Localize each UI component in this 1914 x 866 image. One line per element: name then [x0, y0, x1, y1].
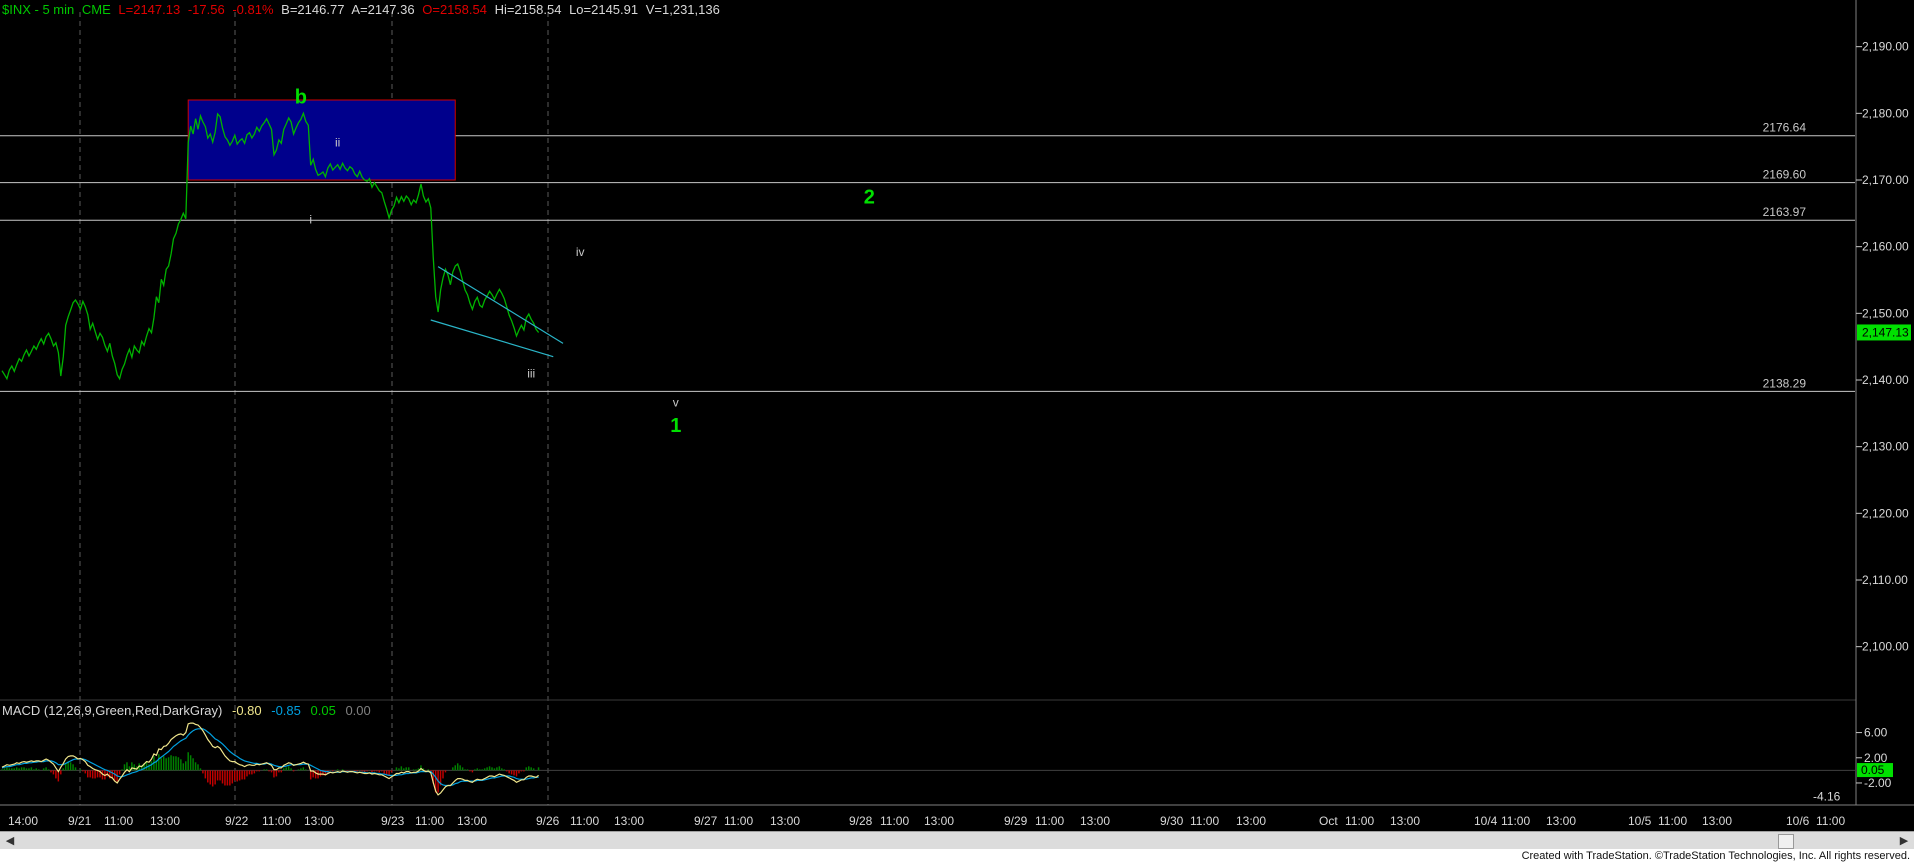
time-label-31: 10/5 — [1628, 814, 1652, 828]
macd-tick-0: 6.00 — [1864, 726, 1888, 740]
time-label-26: 11:00 — [1345, 814, 1374, 828]
wave-label-iv: iv — [576, 245, 585, 259]
time-label-4: 9/22 — [225, 814, 249, 828]
time-label-0: 14:00 — [8, 814, 38, 828]
price-tick-4: 2,150.00 — [1862, 306, 1909, 320]
wave-label-v: v — [673, 396, 679, 410]
wave-label-iii: iii — [527, 366, 535, 380]
price-tick-5: 2,140.00 — [1862, 373, 1909, 387]
time-label-22: 9/30 — [1160, 814, 1184, 828]
histogram-value: 0.05 — [310, 703, 336, 718]
open-price: O=2158.54 — [422, 2, 487, 17]
price-axis: 2,190.00 2,180.00 2,170.00 2,160.00 2,150.00… — [1813, 40, 1911, 804]
time-label-35: 11:00 — [1816, 814, 1845, 828]
price-tick-3: 2,160.00 — [1862, 240, 1909, 254]
time-label-32: 11:00 — [1658, 814, 1687, 828]
macd-line — [1, 722, 539, 796]
time-label-13: 9/27 — [694, 814, 718, 828]
time-label-2: 11:00 — [104, 814, 133, 828]
macd-badge-label: 0.05 — [1861, 763, 1885, 777]
time-label-10: 9/26 — [536, 814, 560, 828]
time-label-25: Oct — [1319, 814, 1338, 828]
price-tick-8: 2,110.00 — [1862, 573, 1908, 587]
time-label-33: 13:00 — [1702, 814, 1732, 828]
channel-line-0 — [437, 266, 564, 344]
time-label-7: 9/23 — [381, 814, 405, 828]
net-change: -17.56 — [187, 2, 225, 17]
scroll-thumb[interactable] — [1778, 834, 1794, 849]
macd-label: MACD (12,26,9,Green,Red,DarkGray) — [2, 703, 223, 718]
b-wave-box — [187, 99, 456, 181]
footer-bar: Created with TradeStation. ©TradeStation… — [0, 849, 1914, 866]
time-label-11: 11:00 — [570, 814, 599, 828]
time-label-1: 9/21 — [68, 814, 92, 828]
macd-header: MACD (12,26,9,Green,Red,DarkGray) -0.80 … — [2, 703, 377, 718]
time-label-16: 9/28 — [849, 814, 873, 828]
time-label-21: 13:00 — [1080, 814, 1110, 828]
wedge-channel — [430, 266, 564, 358]
time-label-23: 11:00 — [1190, 814, 1219, 828]
low-price: Lo=2145.91 — [569, 2, 639, 17]
copyright-text: Created with TradeStation. ©TradeStation… — [1521, 850, 1910, 862]
time-label-17: 11:00 — [880, 814, 909, 828]
wave-label-2: 2 — [864, 186, 875, 208]
scroll-right-icon[interactable]: ▶ — [1896, 833, 1912, 849]
time-label-5: 11:00 — [262, 814, 291, 828]
wave-label-1: 1 — [670, 415, 681, 437]
signal-line — [1, 728, 539, 787]
price-chart[interactable]: 2176.642169.602163.972138.29 biiiiiiivv1… — [0, 0, 1914, 866]
time-label-27: 13:00 — [1390, 814, 1420, 828]
time-axis: 14:00 9/21 11:00 13:00 9/22 11:00 13:00 9/23 11:… — [8, 814, 1845, 828]
time-label-8: 11:00 — [415, 814, 444, 828]
pct-change: -0.81% — [232, 2, 274, 17]
signal-value: -0.85 — [271, 703, 301, 718]
time-label-14: 11:00 — [724, 814, 753, 828]
time-label-29: 11:00 — [1501, 814, 1530, 828]
wave-label-i: i — [309, 212, 312, 226]
bid-price: B=2146.77 — [281, 2, 345, 17]
chart-header: $INX - 5 min CME L=2147.13 -17.56 -0.81%… — [2, 2, 724, 17]
b-wave-rect — [187, 99, 456, 181]
time-label-20: 11:00 — [1035, 814, 1064, 828]
time-label-34: 10/6 — [1786, 814, 1810, 828]
level-label-2: 2163.97 — [1763, 205, 1807, 219]
macd-value: -0.80 — [231, 703, 262, 718]
time-label-24: 13:00 — [1236, 814, 1266, 828]
high-price: Hi=2158.54 — [494, 2, 562, 17]
price-tick-9: 2,100.00 — [1862, 640, 1909, 654]
last-price: L=2147.13 — [118, 2, 181, 17]
volume: V=1,231,136 — [645, 2, 720, 17]
price-tick-0: 2,190.00 — [1862, 40, 1909, 54]
price-tick-6: 2,130.00 — [1862, 440, 1909, 454]
macd-tick-2: -2.00 — [1864, 776, 1892, 790]
zero-value: 0.00 — [345, 703, 371, 718]
exchange-label: CME — [81, 2, 111, 17]
macd-low-marker: -4.16 — [1813, 790, 1841, 804]
price-tick-1: 2,180.00 — [1862, 106, 1909, 120]
wave-label-b: b — [295, 86, 307, 108]
time-label-12: 13:00 — [614, 814, 644, 828]
time-label-30: 13:00 — [1546, 814, 1576, 828]
time-label-19: 9/29 — [1004, 814, 1028, 828]
symbol-label: $INX - 5 min — [2, 2, 75, 17]
level-label-3: 2138.29 — [1763, 376, 1807, 390]
level-label-1: 2169.60 — [1763, 168, 1807, 182]
ask-price: A=2147.36 — [351, 2, 415, 17]
time-label-15: 13:00 — [770, 814, 800, 828]
time-label-9: 13:00 — [457, 814, 487, 828]
time-label-18: 13:00 — [924, 814, 954, 828]
current-price-label: 2,147.13 — [1862, 325, 1909, 339]
level-label-0: 2176.64 — [1763, 121, 1807, 135]
wave-label-ii: ii — [335, 136, 340, 150]
macd-panel — [0, 722, 1856, 796]
time-label-6: 13:00 — [304, 814, 334, 828]
scroll-left-icon[interactable]: ◀ — [2, 833, 18, 849]
time-label-28: 10/4 — [1474, 814, 1498, 828]
price-tick-7: 2,120.00 — [1862, 506, 1909, 520]
horizontal-scrollbar[interactable]: ◀ ▶ — [0, 831, 1914, 850]
time-label-3: 13:00 — [150, 814, 180, 828]
price-tick-2: 2,170.00 — [1862, 173, 1909, 187]
